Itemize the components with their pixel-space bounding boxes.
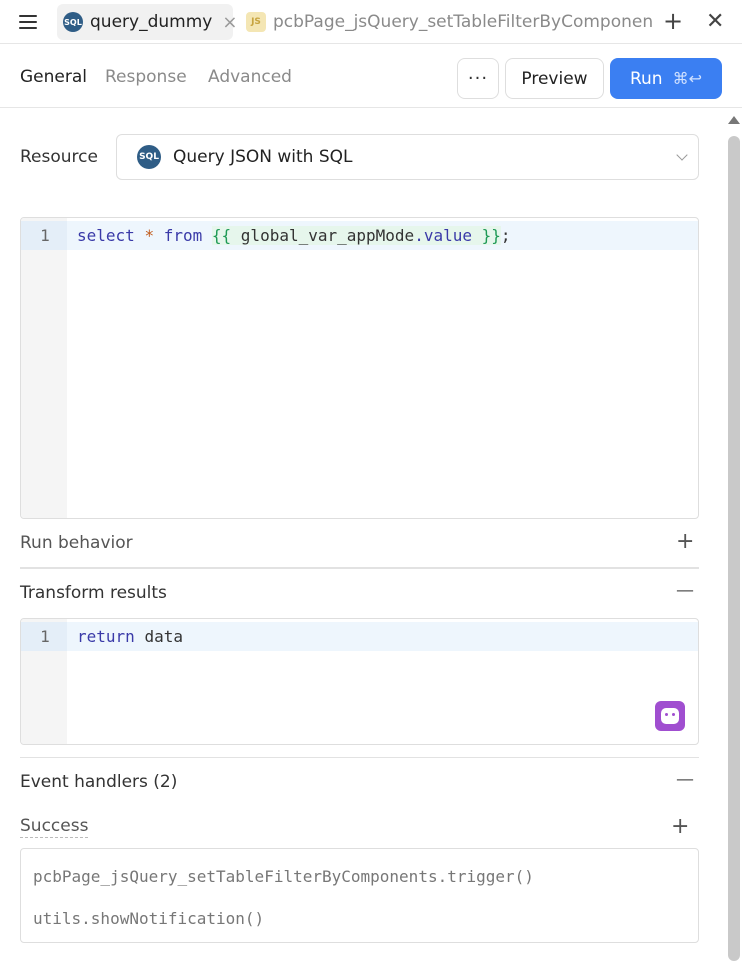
minus-icon[interactable]: —	[676, 769, 694, 790]
ai-assist-icon	[661, 708, 679, 724]
tab-bar: SQL query_dummy × JS pcbPage_jsQuery_set…	[0, 0, 742, 44]
tab-label: pcbPage_jsQuery_setTableFilterByComponen…	[273, 12, 652, 32]
list-item[interactable]: pcbPage_jsQuery_setTableFilterByComponen…	[33, 867, 534, 886]
js-icon: JS	[246, 12, 266, 32]
more-icon: ···	[467, 68, 489, 89]
close-icon[interactable]: ✕	[706, 9, 724, 34]
scrollbar[interactable]	[726, 112, 742, 961]
add-handler-icon[interactable]: +	[671, 814, 689, 839]
hamburger-icon[interactable]	[18, 12, 40, 32]
code-line[interactable]: 1 return data	[21, 622, 698, 651]
more-button[interactable]: ···	[457, 58, 499, 99]
plus-icon[interactable]: +	[676, 529, 694, 554]
resource-select[interactable]: SQL Query JSON with SQL	[116, 134, 699, 180]
divider	[20, 567, 699, 569]
scroll-up-icon[interactable]	[728, 116, 740, 124]
tab-advanced[interactable]: Advanced	[208, 67, 292, 87]
chevron-down-icon	[676, 149, 688, 161]
close-icon[interactable]: ×	[222, 12, 237, 33]
code-line[interactable]: 1 select * from {{ global_var_appMode.va…	[21, 221, 698, 250]
divider	[20, 757, 699, 758]
code-text: return data	[77, 627, 183, 646]
sql-icon: SQL	[137, 145, 161, 169]
event-handlers-title[interactable]: Event handlers (2)	[20, 772, 177, 792]
editor-gutter	[21, 218, 67, 518]
list-item[interactable]: utils.showNotification()	[33, 909, 264, 928]
success-label: Success	[20, 816, 89, 838]
tab-query-dummy[interactable]: SQL query_dummy ×	[57, 4, 237, 40]
query-toolbar: General Response Advanced ··· Preview Ru…	[0, 48, 742, 108]
tab-js-query[interactable]: JS pcbPage_jsQuery_setTableFilterByCompo…	[240, 4, 652, 40]
code-text: select * from {{ global_var_appMode.valu…	[77, 226, 511, 245]
transform-title[interactable]: Transform results	[20, 583, 167, 603]
minus-icon[interactable]: —	[676, 580, 694, 601]
line-number: 1	[40, 226, 50, 245]
preview-button[interactable]: Preview	[505, 58, 604, 99]
resource-label: Resource	[20, 147, 98, 167]
run-label: Run	[629, 68, 663, 89]
plus-icon[interactable]: +	[663, 9, 683, 33]
transform-editor[interactable]: 1 return data	[20, 618, 699, 745]
tab-general[interactable]: General	[20, 67, 87, 87]
tab-label: query_dummy	[90, 12, 213, 32]
line-number: 1	[40, 627, 50, 646]
run-shortcut: ⌘↩	[672, 69, 702, 88]
handlers-list: pcbPage_jsQuery_setTableFilterByComponen…	[20, 848, 699, 943]
ai-assist-button[interactable]	[655, 701, 685, 731]
scroll-thumb[interactable]	[728, 136, 740, 961]
sql-icon: SQL	[63, 12, 83, 32]
query-editor[interactable]: 1 select * from {{ global_var_appMode.va…	[20, 217, 699, 519]
tab-response[interactable]: Response	[105, 67, 187, 87]
run-behavior-title[interactable]: Run behavior	[20, 533, 133, 553]
run-button[interactable]: Run ⌘↩	[610, 58, 722, 99]
resource-value: Query JSON with SQL	[173, 147, 353, 167]
